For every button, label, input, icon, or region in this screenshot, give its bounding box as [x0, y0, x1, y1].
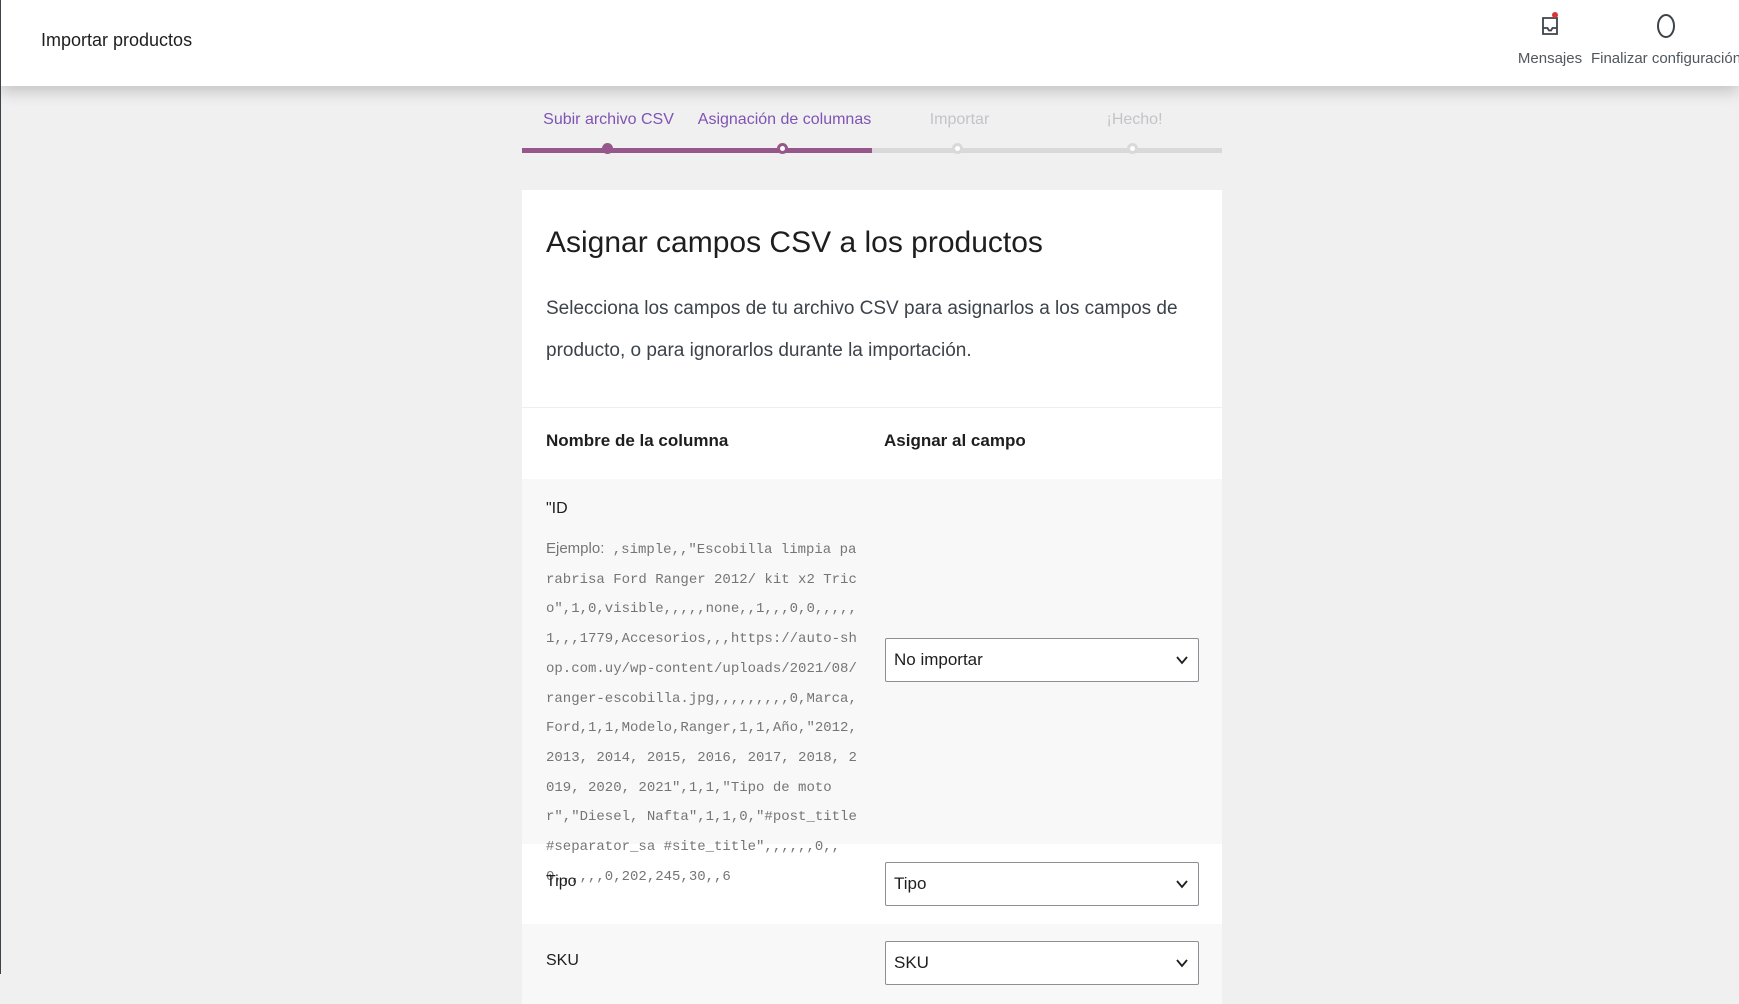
progress-circle-icon	[1651, 10, 1681, 42]
card-header: Asignar campos CSV a los productos Selec…	[522, 190, 1222, 408]
window-edge	[0, 0, 1, 974]
import-stepper: Subir archivo CSV Asignación de columnas…	[522, 96, 1222, 156]
step-dot-upload	[602, 143, 613, 154]
finish-setup-button[interactable]: Finalizar configuración	[1591, 10, 1739, 80]
table-row: "ID Ejemplo: ,simple,,"Escobilla limpia …	[522, 479, 1222, 885]
messages-button[interactable]: Mensajes	[1515, 10, 1585, 80]
card-title: Asignar campos CSV a los productos	[546, 226, 1043, 259]
step-dot-done	[1127, 143, 1138, 154]
selected-value: No importar	[894, 650, 983, 669]
column-name: "ID	[546, 500, 568, 517]
finish-setup-label: Finalizar configuración	[1590, 50, 1739, 67]
chevron-down-icon	[1176, 953, 1188, 973]
example-text: ,simple,,"Escobilla limpia parabrisa For…	[546, 542, 857, 885]
mapping-card: Asignar campos CSV a los productos Selec…	[522, 190, 1222, 1004]
example-label: Ejemplo:	[546, 540, 605, 557]
top-bar: Importar productos Mensajes Finalizar co…	[0, 0, 1739, 86]
step-dot-import	[952, 143, 963, 154]
step-upload-csv: Subir archivo CSV	[543, 111, 674, 128]
map-to-field-header: Asignar al campo	[884, 431, 1026, 450]
page-title: Importar productos	[41, 30, 193, 50]
chevron-down-icon	[1176, 650, 1188, 670]
inbox-icon	[1535, 10, 1565, 42]
step-done: ¡Hecho!	[1106, 111, 1163, 128]
step-import: Importar	[929, 111, 990, 128]
step-dot-mapping	[777, 143, 788, 154]
example-value: Ejemplo: ,simple,,"Escobilla limpia para…	[546, 534, 862, 892]
selected-value: SKU	[894, 953, 929, 972]
field-select[interactable]: Tipo	[885, 862, 1199, 906]
step-column-mapping: Asignación de columnas	[697, 111, 872, 128]
chevron-down-icon	[1176, 874, 1188, 894]
table-row: SKU SKU	[522, 924, 1222, 1004]
mapping-table-header: Nombre de la columna Asignar al campo	[522, 409, 1222, 469]
column-name-header: Nombre de la columna	[546, 431, 729, 450]
messages-label: Mensajes	[1517, 50, 1583, 67]
field-select[interactable]: No importar	[885, 638, 1199, 682]
field-select[interactable]: SKU	[885, 941, 1199, 985]
table-row: Tipo Tipo	[522, 844, 1222, 924]
notification-dot	[1552, 12, 1558, 18]
selected-value: Tipo	[894, 874, 927, 893]
card-description: Selecciona los campos de tu archivo CSV …	[546, 298, 1178, 361]
column-name: SKU	[546, 952, 579, 969]
progress-fill	[522, 148, 872, 153]
column-name: Tipo	[546, 873, 577, 890]
